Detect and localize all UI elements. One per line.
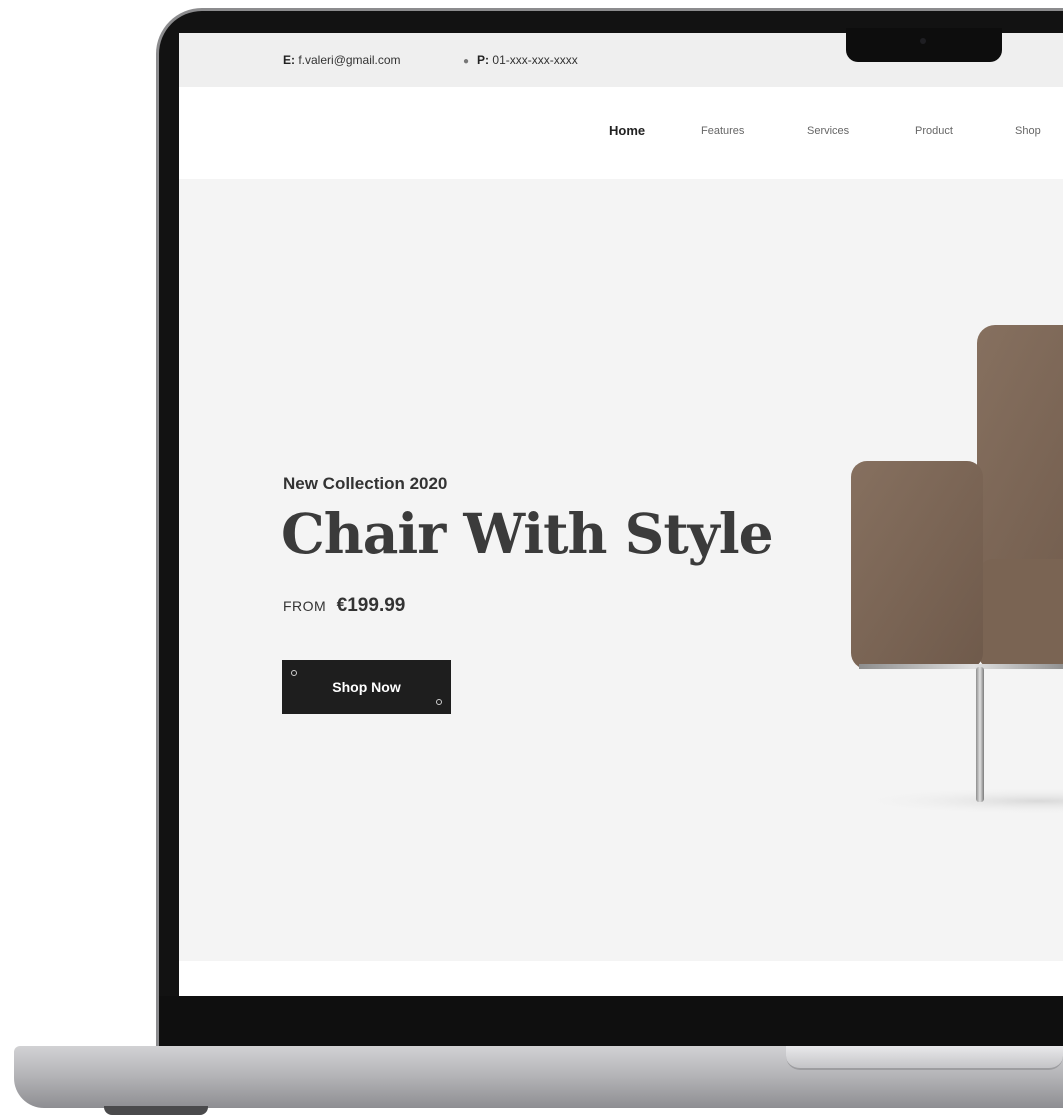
chair-left-arm <box>851 461 983 669</box>
chair-frame <box>859 664 1063 669</box>
main-navigation: Home Features Services Product Shop <box>179 87 1063 179</box>
email-label: E: <box>283 53 295 67</box>
contact-phone[interactable]: ● P: 01-xxx-xxx-xxxx <box>463 53 578 67</box>
bullet-icon: ● <box>463 56 470 67</box>
chair-leg <box>976 667 984 802</box>
armchair-image <box>849 325 1063 815</box>
section-divider <box>179 961 1063 996</box>
camera-notch <box>846 28 1002 62</box>
browser-screen: E: f.valeri@gmail.com ● P: 01-xxx-xxx-xxx… <box>179 33 1063 996</box>
ring-icon <box>436 699 442 705</box>
hero-eyebrow: New Collection 2020 <box>283 474 448 493</box>
nav-item-home[interactable]: Home <box>609 123 645 138</box>
shop-now-label: Shop Now <box>332 679 401 695</box>
price-prefix: FROM <box>283 598 327 614</box>
price-row: FROM €199.99 <box>283 595 405 617</box>
chair-seat <box>979 559 1063 669</box>
contact-email[interactable]: E: f.valeri@gmail.com <box>283 53 401 67</box>
shop-now-button[interactable]: Shop Now <box>282 660 451 714</box>
nav-item-shop[interactable]: Shop <box>1015 125 1041 137</box>
phone-label: P: <box>477 53 490 67</box>
hero-section: New Collection 2020 Chair With Style FRO… <box>179 179 1063 961</box>
ring-icon <box>291 670 297 676</box>
nav-item-features[interactable]: Features <box>701 125 744 137</box>
lid-opening-notch <box>786 1046 1063 1070</box>
email-value: f.valeri@gmail.com <box>298 53 401 67</box>
nav-item-services[interactable]: Services <box>807 125 849 137</box>
nav-item-product[interactable]: Product <box>915 125 953 137</box>
price-value: €199.99 <box>336 595 406 616</box>
phone-value: 01-xxx-xxx-xxxx <box>492 53 578 67</box>
laptop-foot <box>104 1106 208 1115</box>
chair-shadow <box>849 787 1063 815</box>
camera-icon <box>920 38 926 44</box>
screen-bezel-bottom <box>159 996 1063 1046</box>
hero-title: Chair With Style <box>281 501 774 566</box>
